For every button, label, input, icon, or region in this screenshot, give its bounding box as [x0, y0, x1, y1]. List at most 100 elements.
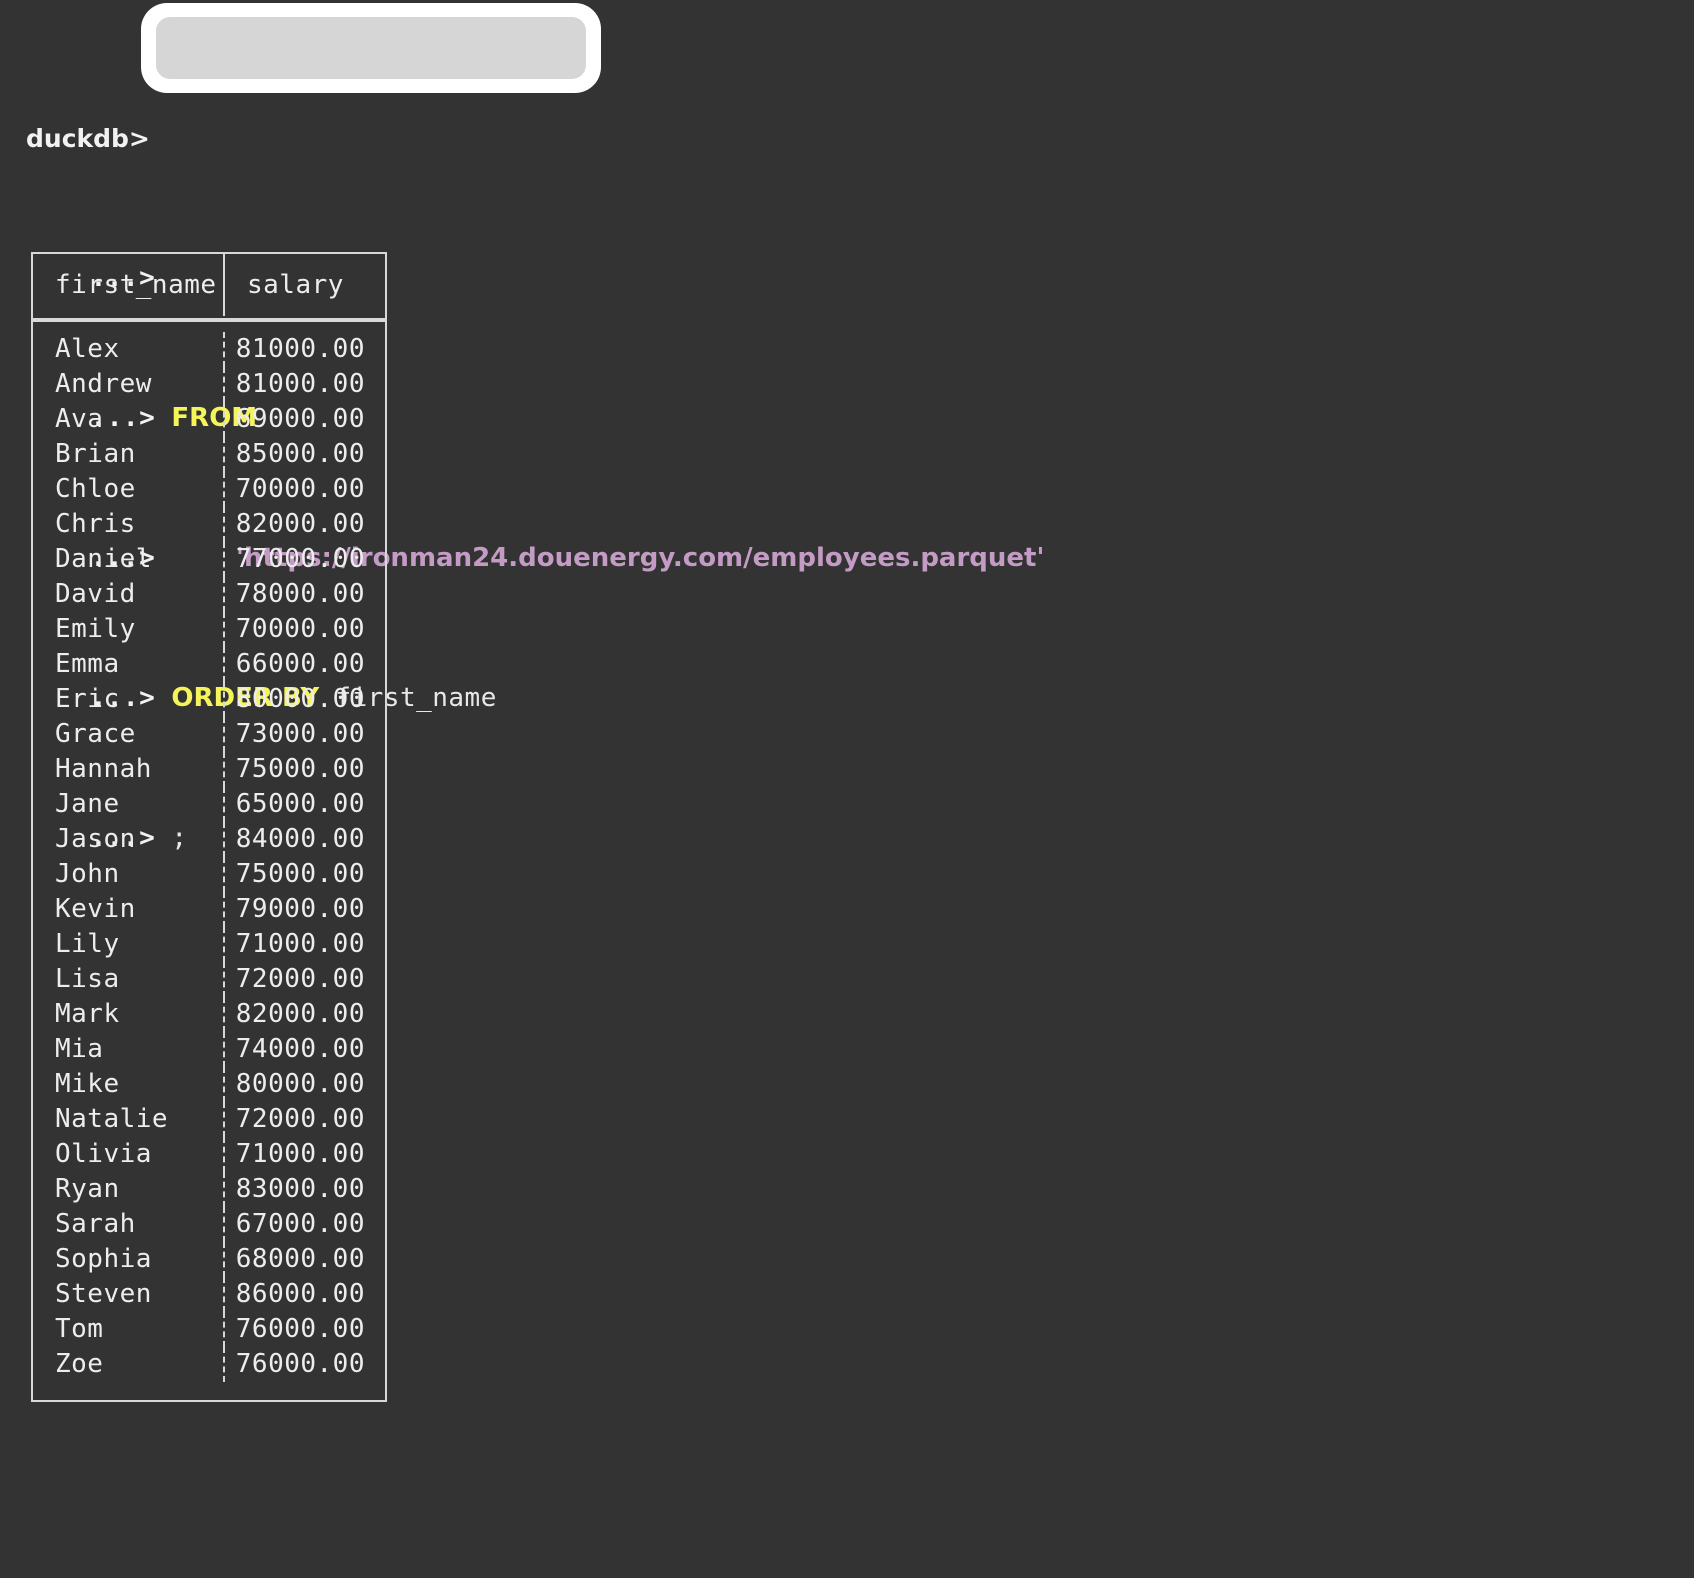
- duckdb-terminal[interactable]: duckdb> ...> ...> FROM ...> 'https://iro…: [0, 0, 1694, 1578]
- cell-salary: 80000.00: [235, 684, 365, 714]
- cell-first-name: Natalie: [33, 1102, 225, 1137]
- table-row: Lily 71000.00: [33, 927, 385, 962]
- result-table: first_name salary Alex 81000.00 Andrew 8100…: [31, 252, 387, 1402]
- cell-first-name: Hannah: [33, 752, 225, 787]
- table-row: Kevin 79000.00: [33, 892, 385, 927]
- cell-first-name: Chris: [33, 507, 225, 542]
- cell-salary: 76000.00: [235, 1314, 365, 1344]
- cell-salary: 66000.00: [235, 649, 365, 679]
- cell-first-name: Jane: [33, 787, 225, 822]
- table-row: Hannah 75000.00: [33, 752, 385, 787]
- column-header-salary: salary: [247, 270, 344, 300]
- table-row: Ryan 83000.00: [33, 1172, 385, 1207]
- prompt-input-field[interactable]: [156, 17, 586, 79]
- cell-first-name: Ryan: [33, 1172, 225, 1207]
- cell-salary: 73000.00: [235, 719, 365, 749]
- cell-salary: 82000.00: [235, 509, 365, 539]
- cell-first-name: John: [33, 857, 225, 892]
- column-header-first-name: first_name: [33, 254, 225, 316]
- cell-first-name: Eric: [33, 682, 225, 717]
- table-row: Steven 86000.00: [33, 1277, 385, 1312]
- table-row: Sophia 68000.00: [33, 1242, 385, 1277]
- table-row: Zoe 76000.00: [33, 1347, 385, 1382]
- table-row: Eric 80000.00: [33, 682, 385, 717]
- table-row: Tom 76000.00: [33, 1312, 385, 1347]
- table-row: John 75000.00: [33, 857, 385, 892]
- cell-salary: 72000.00: [235, 964, 365, 994]
- cell-first-name: Sarah: [33, 1207, 225, 1242]
- cell-first-name: David: [33, 577, 225, 612]
- cell-salary: 80000.00: [235, 1069, 365, 1099]
- cell-salary: 86000.00: [235, 1279, 365, 1309]
- cell-salary: 75000.00: [235, 754, 365, 784]
- cell-first-name: Alex: [33, 332, 225, 367]
- table-row: Ava 69000.00: [33, 402, 385, 437]
- cell-first-name: Chloe: [33, 472, 225, 507]
- cell-first-name: Mike: [33, 1067, 225, 1102]
- cell-first-name: Kevin: [33, 892, 225, 927]
- cell-salary: 72000.00: [235, 1104, 365, 1134]
- cell-salary: 83000.00: [235, 1174, 365, 1204]
- prompt-duckdb: duckdb>: [26, 124, 150, 153]
- cell-salary: 68000.00: [235, 1244, 365, 1274]
- cell-salary: 75000.00: [235, 859, 365, 889]
- table-row: Mike 80000.00: [33, 1067, 385, 1102]
- cell-first-name: Mark: [33, 997, 225, 1032]
- cell-first-name: Steven: [33, 1277, 225, 1312]
- cell-first-name: Lily: [33, 927, 225, 962]
- cell-first-name: Ava: [33, 402, 225, 437]
- table-row: Lisa 72000.00: [33, 962, 385, 997]
- table-row: Olivia 71000.00: [33, 1137, 385, 1172]
- table-row: Chloe 70000.00: [33, 472, 385, 507]
- table-row: Daniel 77000.00: [33, 542, 385, 577]
- cell-first-name: Sophia: [33, 1242, 225, 1277]
- table-row: Brian 85000.00: [33, 437, 385, 472]
- cell-first-name: Mia: [33, 1032, 225, 1067]
- cell-first-name: Olivia: [33, 1137, 225, 1172]
- cell-salary: 79000.00: [235, 894, 365, 924]
- table-row: Andrew 81000.00: [33, 367, 385, 402]
- cell-salary: 70000.00: [235, 474, 365, 504]
- table-header-row: first_name salary: [33, 254, 385, 320]
- cell-salary: 71000.00: [235, 1139, 365, 1169]
- cell-salary: 85000.00: [235, 439, 365, 469]
- table-row: Natalie 72000.00: [33, 1102, 385, 1137]
- cell-first-name: Zoe: [33, 1347, 225, 1382]
- cell-first-name: Brian: [33, 437, 225, 472]
- cell-first-name: Jason: [33, 822, 225, 857]
- table-row: Mark 82000.00: [33, 997, 385, 1032]
- cell-salary: 65000.00: [235, 789, 365, 819]
- prompt-input-highlight[interactable]: [141, 3, 601, 93]
- cell-first-name: Grace: [33, 717, 225, 752]
- cell-salary: 70000.00: [235, 614, 365, 644]
- table-row: Jason 84000.00: [33, 822, 385, 857]
- table-body: Alex 81000.00 Andrew 81000.00 Ava 69000.00 Bri…: [33, 324, 385, 1400]
- cell-first-name: Daniel: [33, 542, 225, 577]
- cell-salary: 67000.00: [235, 1209, 365, 1239]
- cell-first-name: Tom: [33, 1312, 225, 1347]
- cell-salary: 78000.00: [235, 579, 365, 609]
- table-row: Emma 66000.00: [33, 647, 385, 682]
- cell-first-name: Lisa: [33, 962, 225, 997]
- cell-salary: 69000.00: [235, 404, 365, 434]
- query-line-0: duckdb>: [26, 121, 1044, 156]
- cell-salary: 81000.00: [235, 334, 365, 364]
- cell-salary: 71000.00: [235, 929, 365, 959]
- table-row: Sarah 67000.00: [33, 1207, 385, 1242]
- table-row: Mia 74000.00: [33, 1032, 385, 1067]
- cell-first-name: Andrew: [33, 367, 225, 402]
- cell-salary: 76000.00: [235, 1349, 365, 1379]
- table-row: Jane 65000.00: [33, 787, 385, 822]
- cell-salary: 77000.00: [235, 544, 365, 574]
- cell-salary: 84000.00: [235, 824, 365, 854]
- cell-salary: 81000.00: [235, 369, 365, 399]
- cell-first-name: Emma: [33, 647, 225, 682]
- cell-first-name: Emily: [33, 612, 225, 647]
- table-row: David 78000.00: [33, 577, 385, 612]
- table-row: Chris 82000.00: [33, 507, 385, 542]
- cell-salary: 74000.00: [235, 1034, 365, 1064]
- cell-salary: 82000.00: [235, 999, 365, 1029]
- table-row: Emily 70000.00: [33, 612, 385, 647]
- table-row: Alex 81000.00: [33, 332, 385, 367]
- table-row: Grace 73000.00: [33, 717, 385, 752]
